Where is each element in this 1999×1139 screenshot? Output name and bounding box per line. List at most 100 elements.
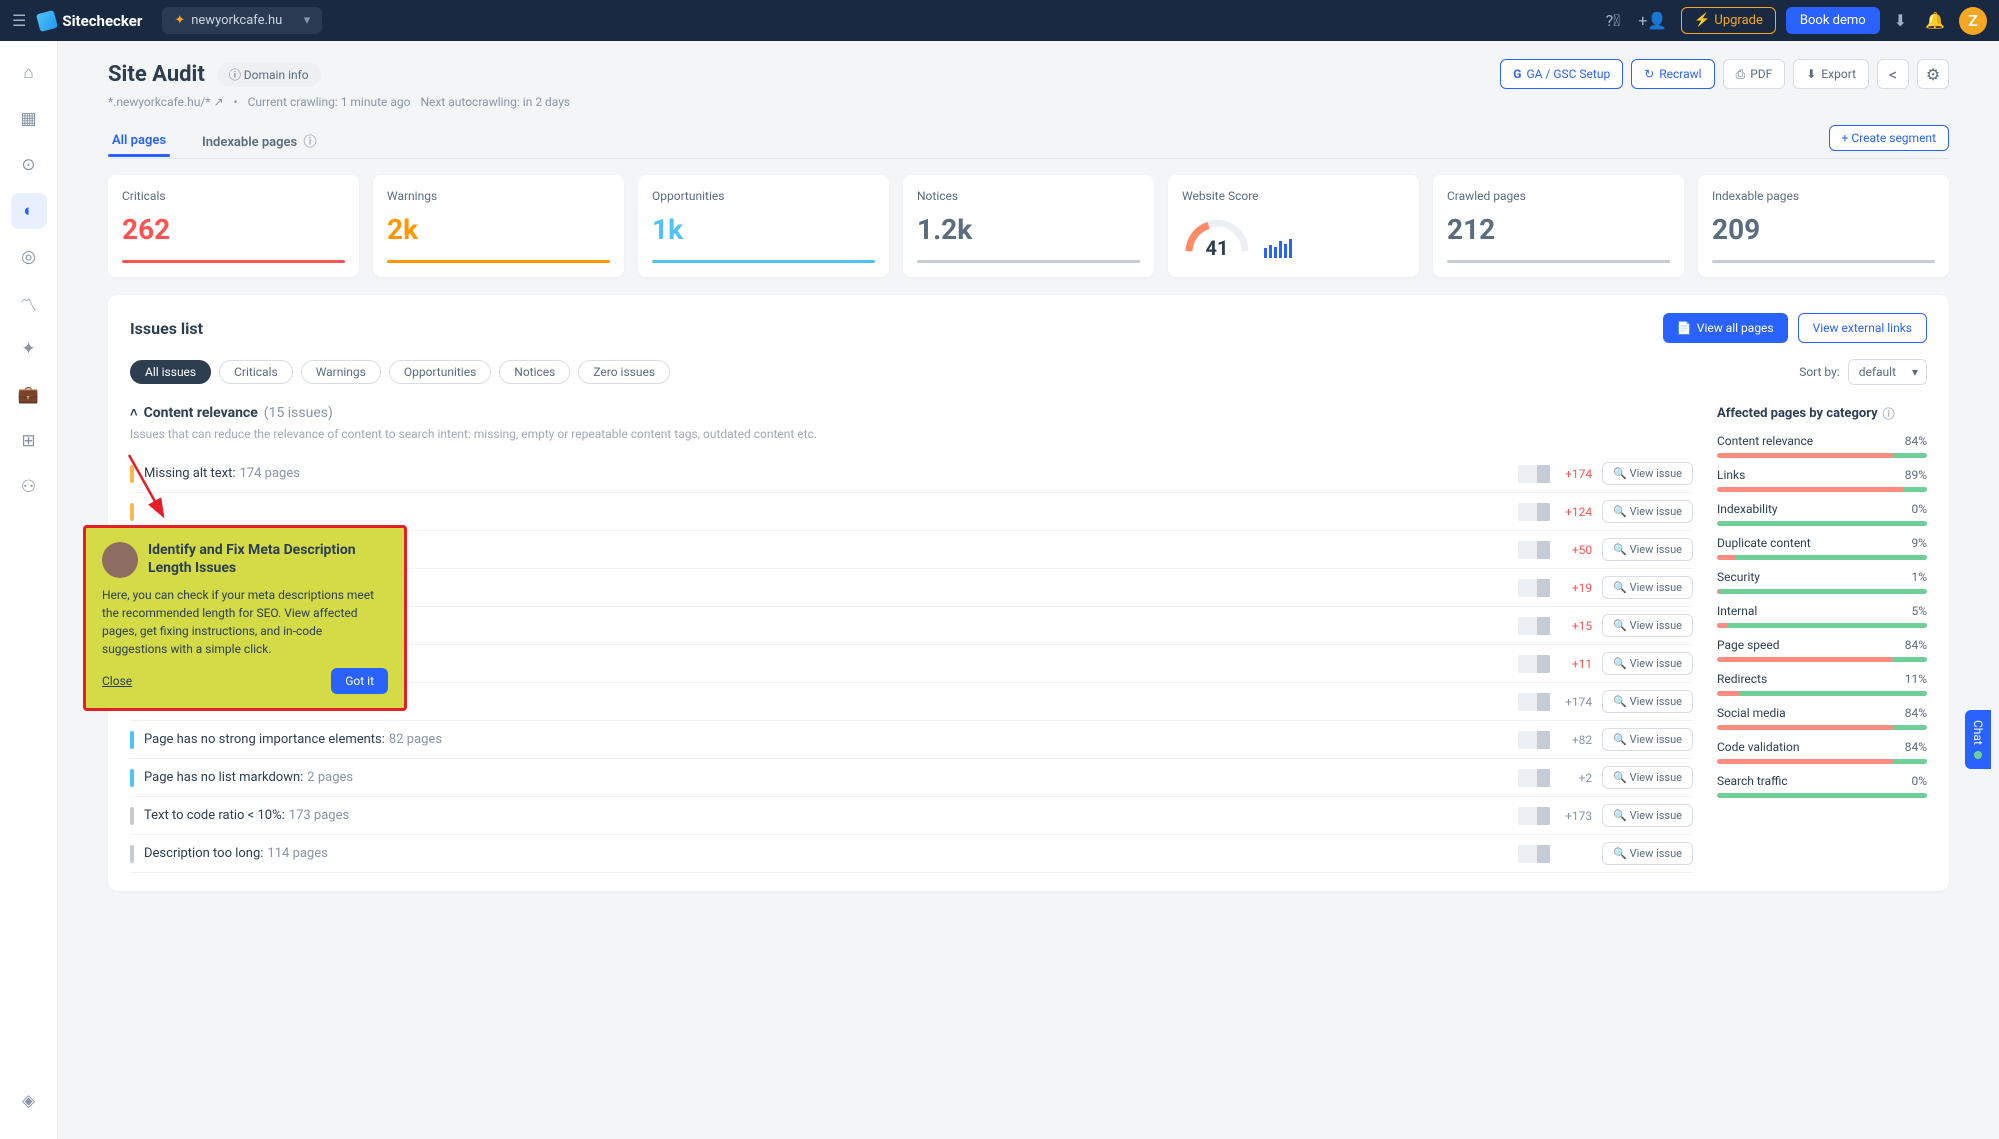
ga-gsc-button[interactable]: G GA / GSC Setup [1500,59,1623,89]
severity-indicator [130,845,134,863]
category-row[interactable]: Code validation84% [1717,740,1927,764]
filter-opportunities[interactable]: Opportunities [389,360,491,384]
sidebar-home-icon[interactable]: ⌂ [11,55,47,91]
metric-opportunities[interactable]: Opportunities1k [638,175,889,277]
category-row[interactable]: Social media84% [1717,706,1927,730]
upgrade-button[interactable]: ⚡ Upgrade [1681,7,1776,34]
issue-group-toggle[interactable]: ˄ Content relevance (15 issues) [130,405,1693,421]
chat-widget[interactable]: Chat [1965,710,1991,769]
view-issue-button[interactable]: 🔍 View issue [1602,576,1693,599]
recrawl-button[interactable]: ↻ Recrawl [1631,59,1714,89]
breadcrumb[interactable]: *.newyorkcafe.hu/* ↗ [108,95,224,109]
help-icon[interactable]: ?⃝ [1602,7,1625,34]
metric-indexable[interactable]: Indexable pages209 [1698,175,1949,277]
avatar[interactable]: Z [1959,7,1987,35]
settings-gear-icon[interactable]: ⚙ [1917,59,1949,89]
category-row[interactable]: Page speed84% [1717,638,1927,662]
issue-row[interactable]: Page has no list markdown: 2 pages+2🔍 Vi… [130,759,1693,797]
metric-score[interactable]: Website Score 41 [1168,175,1419,277]
share-button[interactable]: < [1877,59,1909,89]
category-row[interactable]: Security1% [1717,570,1927,594]
category-row[interactable]: Links89% [1717,468,1927,492]
tab-all-pages[interactable]: All pages [108,125,170,156]
view-external-links-button[interactable]: View external links [1798,313,1927,343]
group-description: Issues that can reduce the relevance of … [130,427,1693,441]
filter-notices[interactable]: Notices [499,360,570,384]
create-segment-button[interactable]: + Create segment [1829,125,1949,151]
view-issue-button[interactable]: 🔍 View issue [1602,728,1693,751]
issue-row[interactable]: Page has no strong importance elements: … [130,721,1693,759]
metric-notices[interactable]: Notices1.2k [903,175,1154,277]
sidebar-trend-icon[interactable]: 〽 [11,285,47,321]
view-issue-button[interactable]: 🔍 View issue [1602,462,1693,485]
category-bar [1717,725,1927,730]
chevron-up-icon: ˄ [130,405,138,421]
issue-row[interactable]: Missing alt text: 174 pages+174🔍 View is… [130,455,1693,493]
category-bar [1717,453,1927,458]
sidebar-diamond-icon[interactable]: ◈ [11,1083,47,1119]
severity-indicator [130,465,134,483]
view-issue-button[interactable]: 🔍 View issue [1602,766,1693,789]
category-bar [1717,623,1927,628]
mini-bar [1518,655,1550,673]
sort-label: Sort by: [1799,365,1840,379]
sidebar-briefcase-icon[interactable]: 💼 [11,377,47,413]
issue-row[interactable]: Description too long: 114 pages🔍 View is… [130,835,1693,873]
export-button[interactable]: ⬇ Export [1793,59,1869,89]
sidebar-dashboard-icon[interactable]: ▦ [11,101,47,137]
add-user-icon[interactable]: +👤 [1634,7,1671,34]
category-row[interactable]: Content relevance84% [1717,434,1927,458]
dot: • [234,95,238,109]
filter-all-issues[interactable]: All issues [130,360,211,384]
category-bar [1717,589,1927,594]
sidebar-apps-icon[interactable]: ⊞ [11,423,47,459]
sidebar-search-icon[interactable]: ⊙ [11,147,47,183]
view-all-pages-button[interactable]: 📄 View all pages [1663,313,1788,343]
sort-select[interactable]: default [1848,359,1927,385]
hamburger-icon[interactable]: ☰ [12,11,26,30]
metric-criticals[interactable]: Criticals262 [108,175,359,277]
filter-warnings[interactable]: Warnings [301,360,381,384]
view-issue-button[interactable]: 🔍 View issue [1602,842,1693,865]
filter-zero[interactable]: Zero issues [578,360,670,384]
mini-bar [1518,541,1550,559]
severity-indicator [130,731,134,749]
severity-indicator [130,503,134,521]
bell-icon[interactable]: 🔔 [1921,7,1949,34]
view-issue-button[interactable]: 🔍 View issue [1602,500,1693,523]
category-bar [1717,487,1927,492]
severity-indicator [130,807,134,825]
info-icon[interactable]: ⓘ [1883,405,1895,422]
sidebar-speed-icon[interactable]: ◐ [11,193,47,229]
view-issue-button[interactable]: 🔍 View issue [1602,804,1693,827]
pdf-button[interactable]: ⎙ PDF [1723,59,1786,89]
mini-bar [1518,769,1550,787]
tab-indexable-pages[interactable]: Indexable pages ⓘ [198,123,320,158]
view-issue-button[interactable]: 🔍 View issue [1602,690,1693,713]
score-trend [1264,234,1292,258]
category-row[interactable]: Internal5% [1717,604,1927,628]
onboarding-tooltip: Identify and Fix Meta Description Length… [83,525,407,711]
sidebar-target-icon[interactable]: ◎ [11,239,47,275]
sidebar-share-icon[interactable]: ⚇ [11,469,47,505]
tooltip-got-it-button[interactable]: Got it [331,668,388,694]
sidebar-magic-icon[interactable]: ✦ [11,331,47,367]
domain-selector[interactable]: newyorkcafe.hu [162,7,322,34]
category-row[interactable]: Search traffic0% [1717,774,1927,798]
view-issue-button[interactable]: 🔍 View issue [1602,652,1693,675]
category-row[interactable]: Redirects11% [1717,672,1927,696]
tooltip-title: Identify and Fix Meta Description Length… [148,542,388,578]
logo[interactable]: Sitechecker [38,12,142,30]
view-issue-button[interactable]: 🔍 View issue [1602,614,1693,637]
category-row[interactable]: Indexability0% [1717,502,1927,526]
issue-row[interactable]: Text to code ratio < 10%: 173 pages+173🔍… [130,797,1693,835]
filter-criticals[interactable]: Criticals [219,360,293,384]
domain-info-button[interactable]: ⓘ Domain info [217,62,321,87]
category-row[interactable]: Duplicate content9% [1717,536,1927,560]
book-demo-button[interactable]: Book demo [1786,7,1880,34]
metric-warnings[interactable]: Warnings2k [373,175,624,277]
tooltip-close-link[interactable]: Close [102,674,132,688]
view-issue-button[interactable]: 🔍 View issue [1602,538,1693,561]
download-icon[interactable]: ⬇ [1890,7,1911,34]
metric-crawled[interactable]: Crawled pages212 [1433,175,1684,277]
